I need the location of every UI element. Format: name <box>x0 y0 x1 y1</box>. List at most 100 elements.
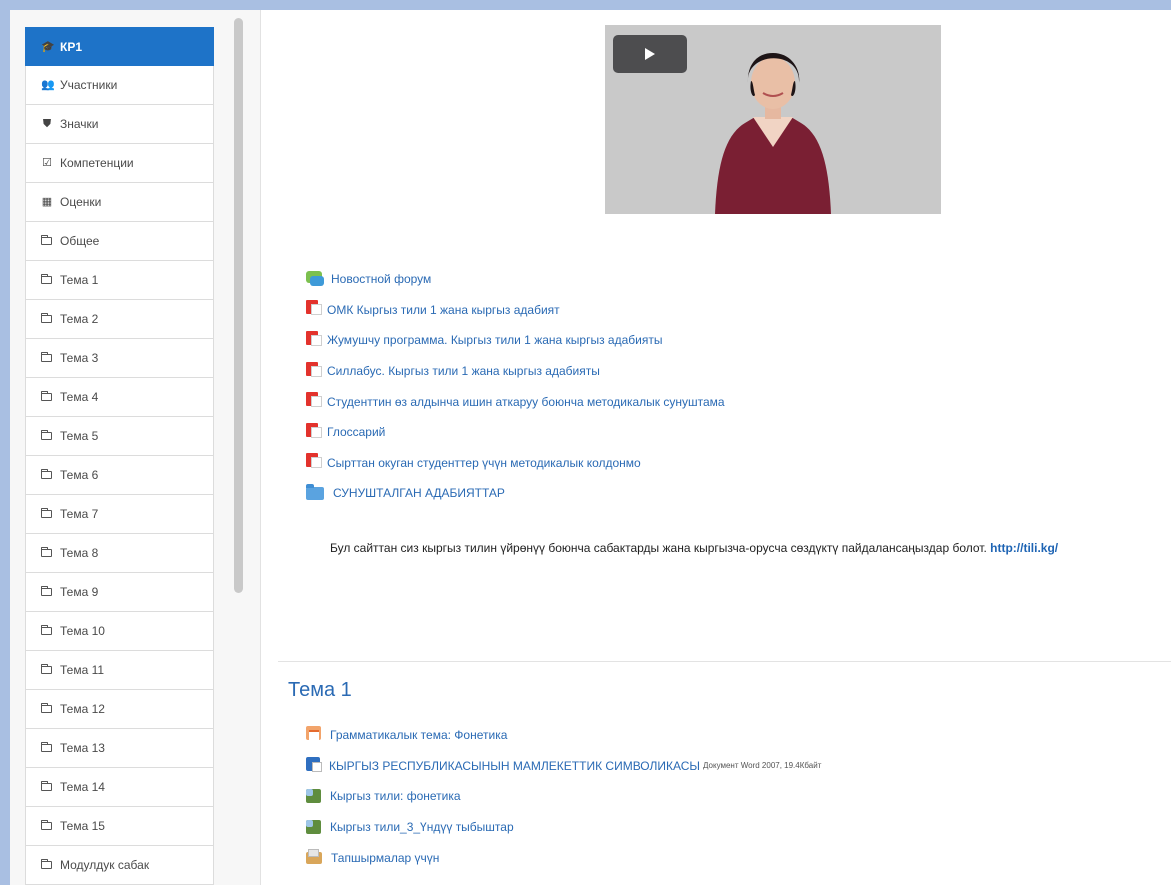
resource-link[interactable]: Тапшырмалар үчүн <box>306 842 821 873</box>
resource-link[interactable]: Новостной форум <box>306 264 725 295</box>
file-meta: Документ Word 2007, 19.4Кбайт <box>703 761 822 771</box>
nav-item-label: Тема 5 <box>60 429 99 443</box>
nav-item-participants[interactable]: 👥 Участники <box>25 66 214 105</box>
folder-icon <box>41 274 52 284</box>
resource-link[interactable]: СУНУШТАЛГАН АДАБИЯТТАР <box>306 478 725 509</box>
table-icon: ▦ <box>41 196 53 208</box>
nav-item-topic-9[interactable]: Тема 9 <box>25 573 214 612</box>
nav-item-general[interactable]: Общее <box>25 222 214 261</box>
nav-item-label: Тема 4 <box>60 390 99 404</box>
resource-label: Кыргыз тили_3_Үндүү тыбыштар <box>330 820 514 835</box>
general-resources-list: Новостной форум ОМК Кыргыз тили 1 жана к… <box>306 264 725 509</box>
resource-label: Тапшырмалар үчүн <box>331 850 440 865</box>
nav-item-label: Модулдук сабак <box>60 858 150 872</box>
resource-link[interactable]: Жумушчу программа. Кыргыз тили 1 жана кы… <box>306 325 725 356</box>
pdf-icon <box>306 422 322 438</box>
section1-resources-list: Грамматикалык тема: Фонетика КЫРГЫЗ РЕСП… <box>306 720 821 873</box>
folder-icon <box>41 820 52 830</box>
nav-item-topic-8[interactable]: Тема 8 <box>25 534 214 573</box>
resource-link[interactable]: Силлабус. Кыргыз тили 1 жана кыргыз адаб… <box>306 356 725 387</box>
graduation-cap-icon: 🎓 <box>41 40 55 53</box>
resource-label: Силлабус. Кыргыз тили 1 жана кыргыз адаб… <box>327 364 600 379</box>
folder-icon <box>41 703 52 713</box>
folder-icon <box>41 664 52 674</box>
scorm-package-icon <box>306 789 321 804</box>
pdf-icon <box>306 330 322 346</box>
nav-item-course-home[interactable]: 🎓 КР1 <box>25 27 214 66</box>
video-player[interactable] <box>605 25 941 214</box>
resource-link[interactable]: Студенттин өз алдынча ишин аткаруу боюнч… <box>306 386 725 417</box>
resource-link[interactable]: Грамматикалык тема: Фонетика <box>306 720 821 751</box>
resource-link[interactable]: Кыргыз тили_3_Үндүү тыбыштар <box>306 812 821 843</box>
section-title: Тема 1 <box>288 679 352 701</box>
folder-icon <box>41 547 52 557</box>
info-text: Бул сайттан сиз кыргыз тилин үйрөнүү бою… <box>330 541 1170 555</box>
pdf-icon <box>306 392 322 408</box>
nav-item-topic-10[interactable]: Тема 10 <box>25 612 214 651</box>
main-content: Новостной форум ОМК Кыргыз тили 1 жана к… <box>260 10 1171 885</box>
info-text-body: Бул сайттан сиз кыргыз тилин үйрөнүү бою… <box>330 541 987 555</box>
folder-icon <box>41 235 52 245</box>
nav-item-label: Тема 2 <box>60 312 99 326</box>
nav-item-topic-6[interactable]: Тема 6 <box>25 456 214 495</box>
nav-item-label: Компетенции <box>60 156 134 170</box>
resource-label: Жумушчу программа. Кыргыз тили 1 жана кы… <box>327 333 663 348</box>
folder-icon <box>41 430 52 440</box>
nav-item-label: Тема 11 <box>60 663 105 677</box>
nav-item-label: Тема 3 <box>60 351 99 365</box>
folder-icon <box>41 625 52 635</box>
sidebar-scrollbar[interactable] <box>234 18 243 593</box>
nav-item-label: Участники <box>60 78 118 92</box>
forum-icon <box>306 271 324 287</box>
nav-item-topic-13[interactable]: Тема 13 <box>25 729 214 768</box>
pdf-icon <box>306 453 322 469</box>
play-button[interactable] <box>613 35 687 73</box>
resource-link[interactable]: Глоссарий <box>306 417 725 448</box>
nav-item-topic-3[interactable]: Тема 3 <box>25 339 214 378</box>
pdf-icon <box>306 300 322 316</box>
nav-item-topic-5[interactable]: Тема 5 <box>25 417 214 456</box>
nav-item-label: Тема 7 <box>60 507 99 521</box>
resource-link[interactable]: ОМК Кыргыз тили 1 жана кыргыз адабият <box>306 295 725 326</box>
folder-icon <box>41 859 52 869</box>
nav-item-topic-4[interactable]: Тема 4 <box>25 378 214 417</box>
nav-item-module-lesson[interactable]: Модулдук сабак <box>25 846 214 885</box>
nav-item-topic-15[interactable]: Тема 15 <box>25 807 214 846</box>
nav-item-badges[interactable]: ⛊ Значки <box>25 105 214 144</box>
play-icon <box>645 48 655 60</box>
nav-item-label: Тема 15 <box>60 819 105 833</box>
lesson-icon <box>306 726 321 741</box>
resource-link[interactable]: Сырттан окуган студенттер үчүн методикал… <box>306 448 725 479</box>
nav-item-label: Оценки <box>60 195 102 209</box>
resource-label: Глоссарий <box>327 425 386 440</box>
nav-item-label: Тема 6 <box>60 468 99 482</box>
page-frame: 🎓 КР1 👥 Участники ⛊ Значки ☑ Компетенции… <box>10 10 1171 885</box>
nav-item-label: Тема 13 <box>60 741 105 755</box>
nav-item-topic-11[interactable]: Тема 11 <box>25 651 214 690</box>
resource-label: Грамматикалык тема: Фонетика <box>330 728 508 743</box>
nav-item-topic-12[interactable]: Тема 12 <box>25 690 214 729</box>
folder-icon <box>41 313 52 323</box>
nav-item-topic-1[interactable]: Тема 1 <box>25 261 214 300</box>
nav-item-topic-7[interactable]: Тема 7 <box>25 495 214 534</box>
folder-icon <box>41 586 52 596</box>
sidebar: 🎓 КР1 👥 Участники ⛊ Значки ☑ Компетенции… <box>10 10 261 885</box>
resource-link[interactable]: КЫРГЫЗ РЕСПУБЛИКАСЫНЫН МАМЛЕКЕТТИК СИМВО… <box>306 751 821 782</box>
nav-item-topic-2[interactable]: Тема 2 <box>25 300 214 339</box>
nav-item-grades[interactable]: ▦ Оценки <box>25 183 214 222</box>
nav-item-label: Тема 12 <box>60 702 105 716</box>
nav-item-label: Тема 1 <box>60 273 99 287</box>
resource-link[interactable]: Кыргыз тили: фонетика <box>306 781 821 812</box>
nav-item-competencies[interactable]: ☑ Компетенции <box>25 144 214 183</box>
nav-item-label: Тема 8 <box>60 546 99 560</box>
tili-kg-link[interactable]: http://tili.kg/ <box>990 541 1058 555</box>
folder-icon <box>41 742 52 752</box>
checkbox-icon: ☑ <box>42 157 52 169</box>
word-doc-icon <box>306 756 322 772</box>
pdf-icon <box>306 361 322 377</box>
nav-item-topic-14[interactable]: Тема 14 <box>25 768 214 807</box>
folder-icon <box>41 781 52 791</box>
course-nav: 🎓 КР1 👥 Участники ⛊ Значки ☑ Компетенции… <box>25 27 214 885</box>
resource-label: КЫРГЫЗ РЕСПУБЛИКАСЫНЫН МАМЛЕКЕТТИК СИМВО… <box>329 758 701 773</box>
resource-label: Кыргыз тили: фонетика <box>330 789 461 804</box>
